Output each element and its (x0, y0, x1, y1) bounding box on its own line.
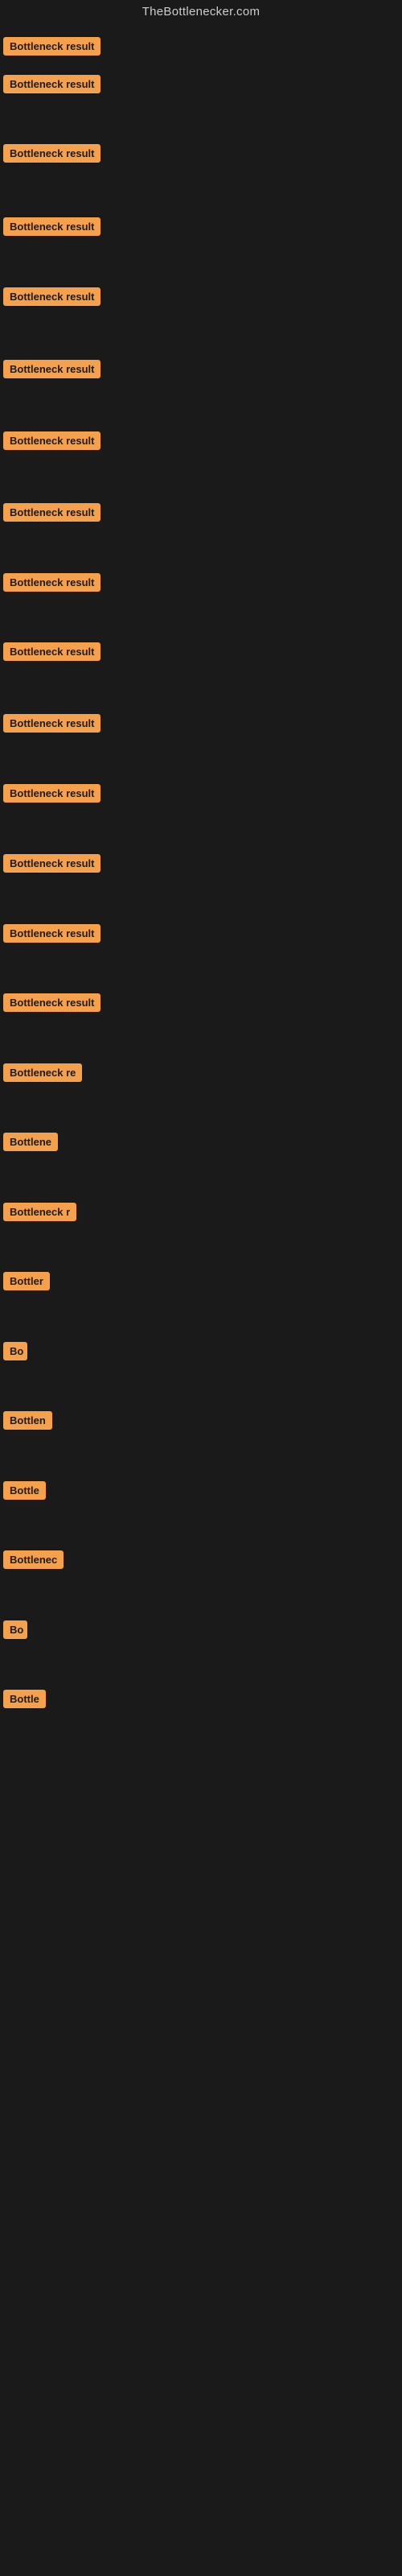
bottleneck-badge[interactable]: Bottleneck result (3, 217, 100, 236)
bottleneck-badge[interactable]: Bottleneck result (3, 287, 100, 306)
result-row: Bottle (0, 1685, 402, 1717)
result-row: Bottlene (0, 1128, 402, 1160)
result-row: Bottleneck result (0, 638, 402, 670)
bottleneck-badge[interactable]: Bo (3, 1620, 27, 1639)
bottleneck-badge[interactable]: Bottle (3, 1481, 46, 1500)
result-row: Bottlenec (0, 1546, 402, 1578)
bottleneck-badge[interactable]: Bottleneck r (3, 1203, 76, 1221)
result-row: Bottleneck result (0, 32, 402, 64)
result-row: Bottleneck result (0, 568, 402, 601)
site-title: TheBottlenecker.com (0, 0, 402, 27)
bottleneck-badge[interactable]: Bottleneck result (3, 573, 100, 592)
bottleneck-badge[interactable]: Bottleneck result (3, 784, 100, 803)
bottleneck-badge[interactable]: Bottleneck result (3, 993, 100, 1012)
bottleneck-badge[interactable]: Bottleneck result (3, 75, 100, 93)
result-row: Bottleneck result (0, 779, 402, 811)
result-row: Bottleneck result (0, 213, 402, 245)
bottleneck-badge[interactable]: Bottlenec (3, 1550, 64, 1569)
result-row: Bottleneck result (0, 355, 402, 387)
page-wrapper: TheBottlenecker.com Bottleneck result Bot… (0, 0, 402, 2576)
result-row: Bottleneck re (0, 1059, 402, 1091)
bottleneck-badge[interactable]: Bottleneck result (3, 503, 100, 522)
bottleneck-badge[interactable]: Bottle (3, 1690, 46, 1708)
result-row: Bottleneck result (0, 989, 402, 1021)
result-row: Bottleneck result (0, 709, 402, 741)
bottleneck-badge[interactable]: Bottlene (3, 1133, 58, 1151)
result-row: Bo (0, 1616, 402, 1648)
bottleneck-badge[interactable]: Bottleneck result (3, 854, 100, 873)
bottleneck-badge[interactable]: Bottleneck result (3, 144, 100, 163)
result-row: Bottleneck result (0, 849, 402, 881)
bottleneck-badge[interactable]: Bottler (3, 1272, 50, 1290)
result-row: Bottleneck result (0, 70, 402, 102)
bottleneck-badge[interactable]: Bottleneck result (3, 37, 100, 56)
result-row: Bottleneck result (0, 919, 402, 952)
bottleneck-badge[interactable]: Bottleneck re (3, 1063, 82, 1082)
bottleneck-badge[interactable]: Bottleneck result (3, 714, 100, 733)
bottleneck-badge[interactable]: Bottleneck result (3, 360, 100, 378)
bottleneck-badge[interactable]: Bottleneck result (3, 924, 100, 943)
result-row: Bottleneck result (0, 498, 402, 530)
result-row: Bottler (0, 1267, 402, 1299)
bottleneck-badge[interactable]: Bottlen (3, 1411, 52, 1430)
result-row: Bottleneck result (0, 139, 402, 171)
bottleneck-badge[interactable]: Bottleneck result (3, 431, 100, 450)
bottleneck-badge[interactable]: Bo (3, 1342, 27, 1360)
result-row: Bo (0, 1337, 402, 1369)
bottleneck-badge[interactable]: Bottleneck result (3, 642, 100, 661)
result-row: Bottle (0, 1476, 402, 1509)
result-row: Bottleneck result (0, 427, 402, 459)
result-row: Bottlen (0, 1406, 402, 1439)
result-row: Bottleneck result (0, 283, 402, 315)
result-row: Bottleneck r (0, 1198, 402, 1230)
